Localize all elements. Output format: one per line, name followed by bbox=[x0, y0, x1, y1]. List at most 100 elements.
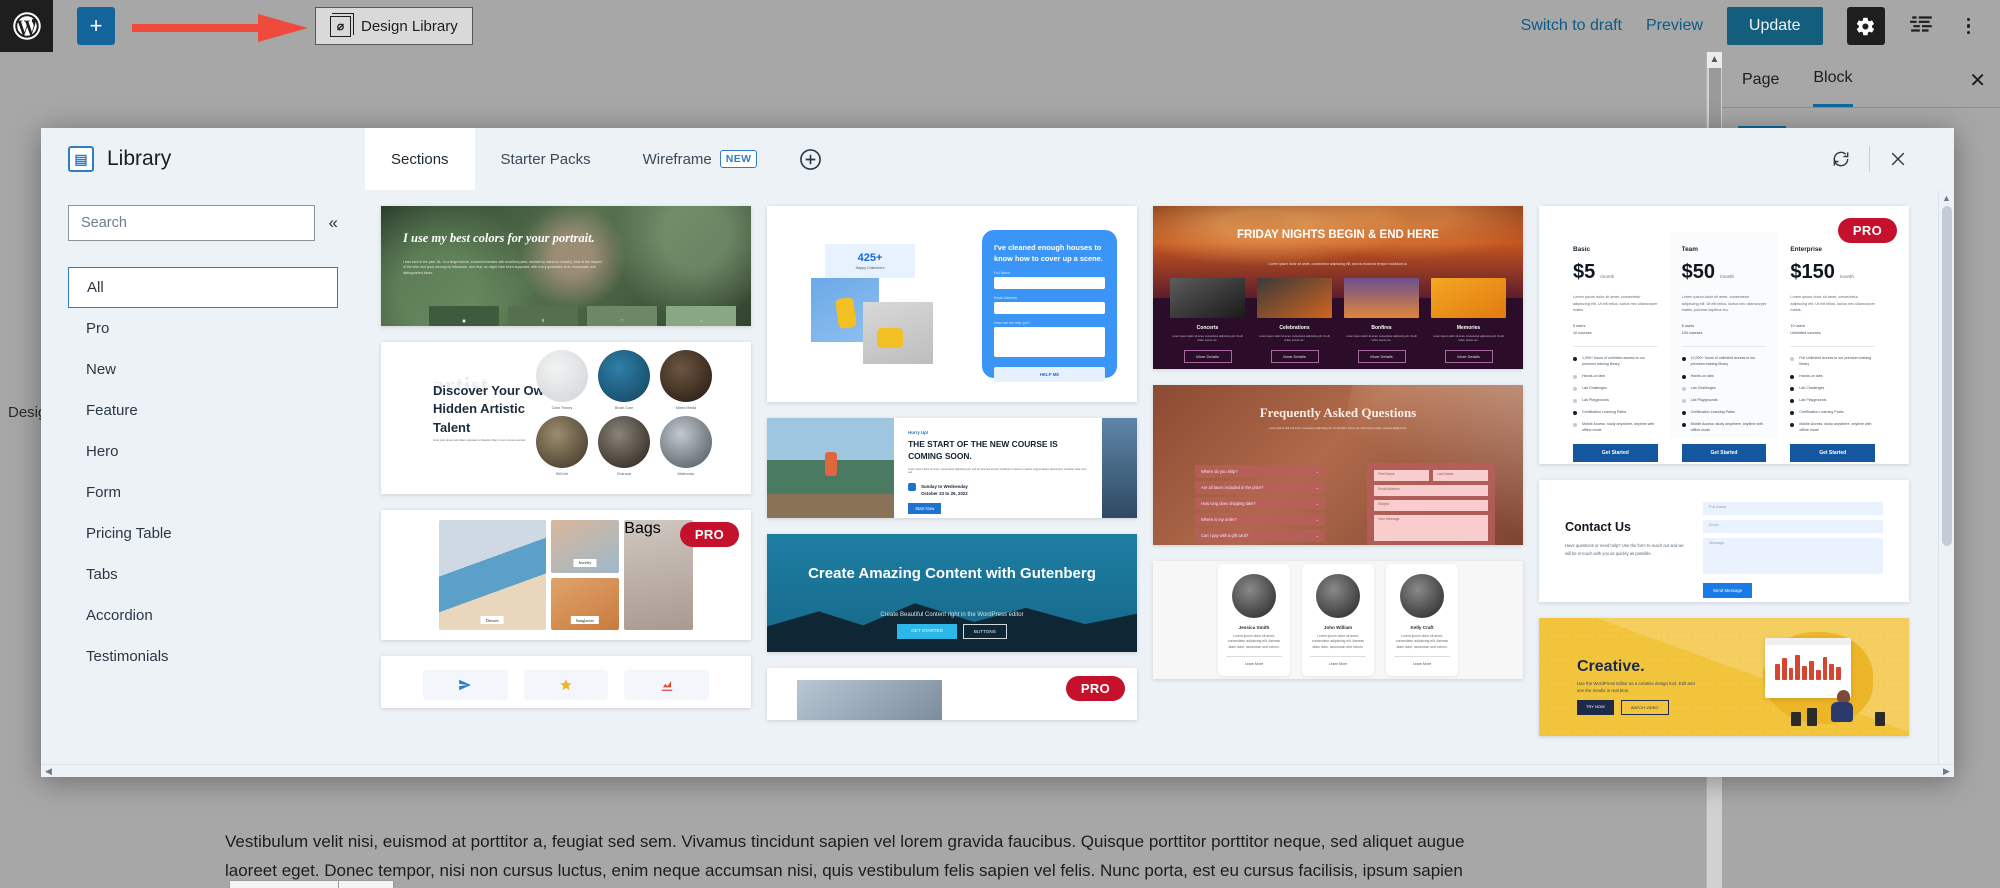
template-grid[interactable]: I use my best colors for your portrait. … bbox=[365, 190, 1954, 764]
modal-vertical-scrollbar[interactable]: ▲ bbox=[1938, 190, 1954, 764]
gutenberg-thumbnail: Create Amazing Content with Gutenberg Cr… bbox=[767, 534, 1137, 652]
template-card-testimonials[interactable]: Jessica Smith Lorem ipsum dolor sit amet… bbox=[1153, 561, 1523, 679]
collapse-sidebar-icon[interactable]: « bbox=[329, 213, 338, 233]
update-button[interactable]: Update bbox=[1726, 7, 1823, 45]
chevron-down-icon: ⌄ bbox=[1315, 469, 1319, 474]
friday-item: Bonfires Lorem ipsum dolor sit amet, con… bbox=[1344, 278, 1419, 363]
category-accordion[interactable]: Accordion bbox=[68, 595, 338, 636]
template-card-creative[interactable]: Creative. Use the WordPress Editor as a … bbox=[1539, 618, 1909, 736]
modal-header-actions bbox=[1813, 128, 1954, 190]
category-hero[interactable]: Hero bbox=[68, 431, 338, 472]
template-card-partial-photo[interactable]: PRO bbox=[767, 668, 1137, 720]
add-block-button[interactable]: + bbox=[77, 7, 115, 45]
gutenberg-btn-2: BUTTONS bbox=[962, 624, 1007, 639]
move-arrows[interactable]: ∧ ∨ bbox=[308, 881, 338, 888]
category-list: All Pro New Feature Hero Form Pricing Ta… bbox=[68, 267, 338, 677]
artist-thumb-item: Color Theory bbox=[536, 350, 588, 410]
template-card-contact[interactable]: Contact Us Have questions or need help? … bbox=[1539, 480, 1909, 602]
cleaning-stat-label: Happy Customers bbox=[855, 266, 885, 270]
design-library-toolbar-icon[interactable] bbox=[1909, 11, 1935, 42]
block-toolbar[interactable]: ∷ ∧ ∨ ⋮ bbox=[229, 880, 394, 888]
editor-paragraph[interactable]: Vestibulum velit nisi, euismod at portti… bbox=[225, 827, 1475, 888]
wordpress-logo-icon[interactable] bbox=[0, 0, 53, 52]
template-card-artist[interactable]: artist Discover Your Own Hidden Artistic… bbox=[381, 342, 751, 494]
category-testimonials[interactable]: Testimonials bbox=[68, 636, 338, 677]
scroll-up-arrow[interactable]: ▲ bbox=[1707, 52, 1722, 68]
category-pricing-table[interactable]: Pricing Table bbox=[68, 513, 338, 554]
template-card-gutenberg[interactable]: Create Amazing Content with Gutenberg Cr… bbox=[767, 534, 1137, 652]
partial-icon-3 bbox=[624, 670, 710, 700]
artist-thumb-item: Still Life bbox=[536, 416, 588, 476]
mountain-shape bbox=[767, 603, 1137, 652]
course-date-line1: Sunday to Wednesday bbox=[921, 484, 968, 490]
close-sidebar-icon[interactable]: ✕ bbox=[1969, 68, 1986, 93]
block-options-icon[interactable]: ⋮ bbox=[339, 881, 391, 888]
contact-field-2: Message bbox=[1703, 538, 1883, 574]
refresh-button[interactable] bbox=[1813, 128, 1869, 190]
hscroll-track[interactable] bbox=[56, 765, 1939, 777]
preview-button[interactable]: Preview bbox=[1646, 17, 1703, 35]
plan-users-0: 5 users bbox=[1573, 323, 1586, 328]
contact-field-1: Email bbox=[1703, 520, 1883, 533]
search-input[interactable] bbox=[68, 205, 315, 241]
template-card-cleaning[interactable]: 425+ Happy Customers I've cleaned enough… bbox=[767, 206, 1137, 402]
scroll-up-icon[interactable]: ▲ bbox=[1939, 190, 1954, 206]
scroll-right-icon[interactable]: ▶ bbox=[1939, 766, 1954, 777]
modal-horizontal-scrollbar[interactable]: ◀ ▶ bbox=[41, 764, 1954, 777]
partial-icon-1 bbox=[423, 670, 508, 700]
bell-icon: ⚲ bbox=[541, 318, 545, 323]
modal-scroll-thumb[interactable] bbox=[1942, 206, 1952, 546]
category-new[interactable]: New bbox=[68, 349, 338, 390]
template-card-friday[interactable]: FRIDAY NIGHTS BEGIN & END HERE Lorem ips… bbox=[1153, 206, 1523, 369]
modal-header: ▤ Library Sections Starter Packs Wirefra… bbox=[41, 128, 1954, 190]
plan-desc-0: Lorem ipsum dolor sit amet, consectetur … bbox=[1573, 295, 1658, 313]
template-card-course[interactable]: Hurry Up! THE START OF THE NEW COURSE IS… bbox=[767, 418, 1137, 518]
gutenberg-buttons: GET STARTED BUTTONS bbox=[767, 624, 1137, 639]
plan-feature: Hands-on labs bbox=[1690, 374, 1714, 379]
portrait-body: I was born in the year 18-- to a large f… bbox=[403, 260, 602, 275]
category-tabs[interactable]: Tabs bbox=[68, 554, 338, 595]
toolbar-right: Switch to draft Preview Update bbox=[1521, 7, 2000, 45]
tab-sections[interactable]: Sections bbox=[365, 128, 475, 190]
artist-label-2: Mixed Media bbox=[675, 406, 697, 410]
faq-thumbnail: Frequently Asked Questions Lorem ipsum d… bbox=[1153, 385, 1523, 545]
tab-page[interactable]: Page bbox=[1742, 52, 1779, 107]
template-card-faq[interactable]: Frequently Asked Questions Lorem ipsum d… bbox=[1153, 385, 1523, 545]
design-library-button[interactable]: ⌀ Design Library bbox=[315, 7, 473, 45]
tab-wireframe[interactable]: Wireframe NEW bbox=[617, 128, 784, 190]
faq-question-2: How long does shipping take? ⌄ bbox=[1195, 497, 1325, 510]
hscroll-thumb[interactable] bbox=[58, 767, 838, 776]
block-type-image-icon[interactable] bbox=[230, 881, 278, 888]
template-card-fashion[interactable]: PRO Dresses Jewelry Sunglasses Bags bbox=[381, 510, 751, 640]
template-card-portrait[interactable]: I use my best colors for your portrait. … bbox=[381, 206, 751, 326]
partial-icons-thumbnail bbox=[381, 656, 751, 708]
paint-can-3 bbox=[1875, 712, 1885, 726]
friday-item-cta-2: More Details bbox=[1357, 349, 1406, 363]
plan-desc-1: Lorem ipsum dolor sit amet, consectetur … bbox=[1681, 295, 1767, 313]
pricing-thumbnail: Basic $5/month Lorem ipsum dolor sit ame… bbox=[1539, 206, 1909, 464]
modal-body: « All Pro New Feature Hero Form Pricing … bbox=[41, 190, 1954, 764]
switch-to-draft-button[interactable]: Switch to draft bbox=[1521, 17, 1622, 35]
chevron-down-icon: ⌄ bbox=[1315, 485, 1319, 490]
category-all[interactable]: All bbox=[68, 267, 338, 308]
add-tab-button[interactable] bbox=[783, 128, 838, 190]
settings-gear-icon[interactable] bbox=[1846, 7, 1885, 45]
creative-btn-1: TRY NOW bbox=[1577, 700, 1614, 715]
template-card-partial-icons[interactable] bbox=[381, 656, 751, 708]
close-modal-button[interactable] bbox=[1870, 128, 1926, 190]
friday-items: Concerts Lorem ipsum dolor sit amet, con… bbox=[1170, 278, 1506, 363]
tab-block[interactable]: Block bbox=[1813, 52, 1853, 107]
scroll-left-icon[interactable]: ◀ bbox=[41, 766, 56, 777]
faq-field-1: Last Name bbox=[1433, 470, 1488, 481]
drag-handle[interactable]: ∷ bbox=[278, 881, 308, 888]
more-options-icon[interactable] bbox=[1959, 12, 1979, 41]
plan-feature: Mobile Access: study anywhere, anytime w… bbox=[1582, 421, 1655, 432]
category-form[interactable]: Form bbox=[68, 472, 338, 513]
tab-starter-packs[interactable]: Starter Packs bbox=[475, 128, 617, 190]
artist-heading: Discover Your Own Hidden Artistic Talent bbox=[433, 383, 552, 435]
plan-name-0: Basic bbox=[1573, 246, 1591, 253]
template-card-pricing[interactable]: PRO Basic $5/month Lorem ipsum dolor sit… bbox=[1539, 206, 1909, 464]
friday-item-body-2: Lorem ipsum dolor sit amet, consectetur … bbox=[1346, 335, 1417, 342]
category-feature[interactable]: Feature bbox=[68, 390, 338, 431]
category-pro[interactable]: Pro bbox=[68, 308, 338, 349]
